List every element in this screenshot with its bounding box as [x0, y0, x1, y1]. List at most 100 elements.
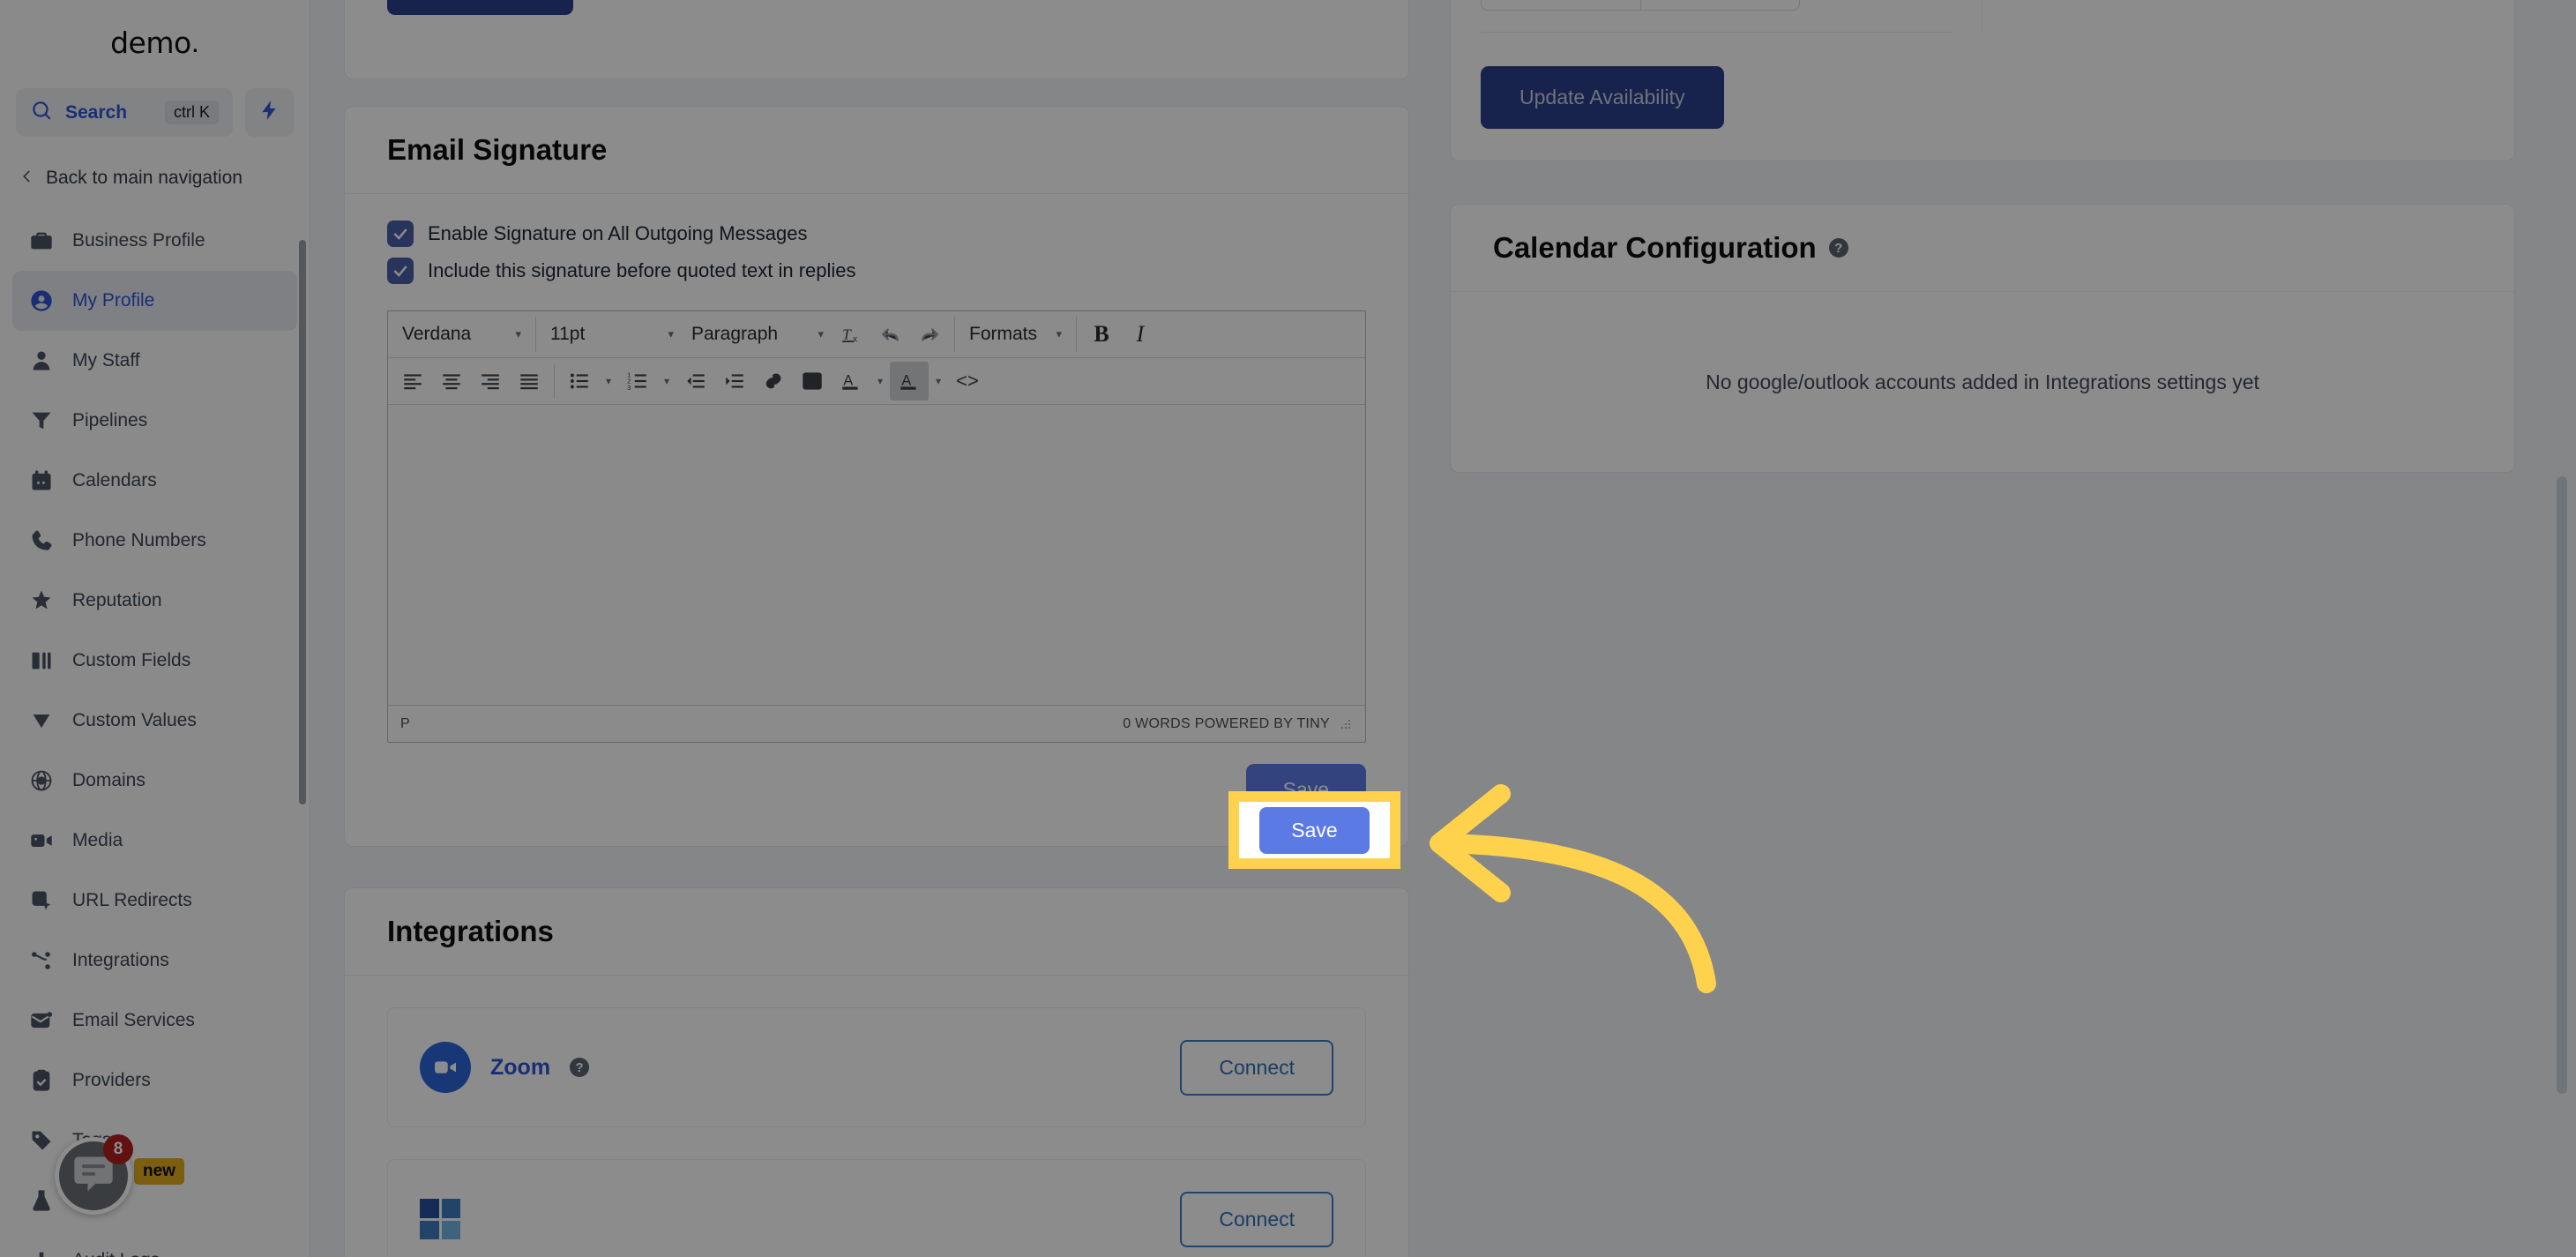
bullet-list-options-button[interactable]: ▾ — [599, 362, 618, 400]
sidebar-item-email-services[interactable]: Email Services — [12, 991, 297, 1051]
block-format-select[interactable]: Paragraph ▾ — [683, 315, 833, 354]
image-icon[interactable] — [793, 362, 832, 400]
update-availability-row: Update Availability — [1451, 33, 2514, 129]
start-time-field[interactable]: 12:00 AM ✕ — [1482, 0, 1640, 10]
editor-word-count: 0 WORDS POWERED BY TINY — [1123, 715, 1330, 731]
zoom-video-icon — [420, 1042, 471, 1093]
save-button[interactable]: Save — [1245, 764, 1366, 816]
flask-icon — [28, 1187, 55, 1214]
back-to-main-navigation[interactable]: Back to main navigation — [0, 151, 310, 206]
toolbar-divider — [554, 363, 555, 399]
question-mark-icon[interactable]: ? — [1828, 238, 1848, 258]
email-signature-header: Email Signature — [345, 107, 1408, 194]
align-right-icon[interactable] — [471, 362, 510, 400]
search-icon — [30, 99, 53, 126]
indent-icon[interactable] — [715, 362, 754, 400]
sidebar-item-label: My Staff — [72, 350, 140, 370]
empty-state-message: No google/outlook accounts added in Inte… — [1706, 370, 2259, 393]
main-content: Update Profile Email Signature Enable Si… — [310, 0, 2576, 1257]
sidebar-item-custom-fields[interactable]: Custom Fields — [12, 631, 297, 691]
outdent-icon[interactable] — [676, 362, 715, 400]
sidebar: demo. Search ctrl K Back to main navigat… — [0, 0, 310, 1257]
sidebar-item-my-staff[interactable]: My Staff — [12, 331, 297, 391]
bold-icon[interactable]: B — [1082, 315, 1121, 354]
undo-icon[interactable] — [871, 315, 910, 354]
formats-menu[interactable]: Formats ▾ — [960, 315, 1071, 354]
page-title: Email Signature — [387, 133, 608, 166]
end-time-field[interactable]: 12:00 AM ✕ — [1640, 0, 1799, 10]
enable-signature-checkbox-row[interactable]: Enable Signature on All Outgoing Message… — [387, 221, 1366, 247]
align-left-icon[interactable] — [393, 362, 432, 400]
sidebar-item-custom-values[interactable]: Custom Values — [12, 691, 297, 751]
lightning-bolt-icon — [258, 99, 281, 126]
formats-label: Formats — [969, 324, 1038, 344]
divider — [1481, 32, 1952, 33]
svg-text:3: 3 — [627, 384, 631, 392]
font-size-select[interactable]: 11pt ▾ — [541, 315, 683, 354]
sidebar-item-business-profile[interactable]: Business Profile — [12, 211, 297, 271]
text-color-options-button[interactable]: ▾ — [870, 362, 890, 400]
sidebar-item-calendars[interactable]: Calendars — [12, 451, 297, 511]
sidebar-item-providers[interactable]: Providers — [12, 1051, 297, 1111]
background-color-icon[interactable]: A — [890, 362, 929, 400]
integration-row-zoom: Zoom ? Connect — [387, 1007, 1366, 1127]
sidebar-item-reputation[interactable]: Reputation — [12, 571, 297, 631]
numbered-list-options-button[interactable]: ▾ — [657, 362, 676, 400]
sidebar-scrollbar[interactable] — [299, 240, 306, 804]
calendar-icon — [28, 468, 55, 494]
page-scrollbar[interactable] — [2557, 476, 2567, 1094]
connect-button[interactable]: Connect — [1180, 1191, 1333, 1247]
clipboard-check-icon — [28, 1067, 55, 1094]
bullet-list-icon[interactable] — [560, 362, 599, 400]
editor-resize-grip[interactable] — [1339, 717, 1353, 731]
include-signature-checkbox-row[interactable]: Include this signature before quoted tex… — [387, 258, 1366, 284]
sidebar-item-pipelines[interactable]: Pipelines — [12, 391, 297, 451]
quick-actions-button[interactable] — [245, 88, 294, 137]
italic-icon[interactable]: I — [1121, 315, 1160, 354]
numbered-list-icon[interactable]: 123 — [618, 362, 657, 400]
search-input[interactable]: Search ctrl K — [16, 88, 233, 137]
font-family-value: Verdana — [402, 324, 472, 344]
font-family-select[interactable]: Verdana ▾ — [393, 315, 530, 354]
sidebar-item-integrations[interactable]: Integrations — [12, 931, 297, 991]
back-nav-label: Back to main navigation — [46, 168, 243, 188]
sidebar-item-url-redirects[interactable]: URL Redirects — [12, 871, 297, 931]
clear-formatting-icon[interactable]: Tx — [833, 315, 871, 354]
search-shortcut: ctrl K — [164, 101, 219, 124]
editor-status-bar: P 0 WORDS POWERED BY TINY — [388, 705, 1365, 742]
sidebar-item-audit-logs[interactable]: Audit Logs — [12, 1231, 297, 1257]
align-center-icon[interactable] — [432, 362, 471, 400]
calendar-configuration-title-text: Calendar Configuration — [1493, 231, 1817, 264]
chevron-down-icon: ▾ — [668, 327, 674, 340]
new-badge: new — [134, 1158, 184, 1185]
sidebar-item-media[interactable]: Media — [12, 811, 297, 871]
availability-card: + hours Apply All 12:00 AM ✕ 12:00 AM ✕ — [1450, 0, 2515, 161]
update-profile-button[interactable]: Update Profile — [387, 0, 574, 15]
redo-icon[interactable] — [910, 315, 949, 354]
sidebar-item-label: Pipelines — [72, 410, 148, 430]
background-color-options-button[interactable]: ▾ — [929, 362, 948, 400]
signature-editor-body[interactable] — [388, 405, 1365, 705]
sidebar-item-label: URL Redirects — [72, 890, 192, 910]
source-code-icon[interactable]: <> — [948, 362, 987, 400]
connect-button[interactable]: Connect — [1180, 1039, 1333, 1096]
integration-identity — [420, 1199, 460, 1239]
checkbox-checked-icon[interactable] — [387, 221, 414, 247]
integration-identity: Zoom ? — [420, 1042, 590, 1093]
update-availability-button[interactable]: Update Availability — [1481, 66, 1724, 129]
align-justify-icon[interactable] — [510, 362, 549, 400]
sidebar-item-label: Calendars — [72, 470, 157, 490]
block-format-value: Paragraph — [691, 324, 779, 344]
sidebar-item-domains[interactable]: Domains — [12, 751, 297, 811]
question-mark-icon[interactable]: ? — [570, 1058, 590, 1077]
toolbar-divider — [954, 317, 955, 352]
sidebar-item-phone-numbers[interactable]: Phone Numbers — [12, 511, 297, 571]
chat-widget-button[interactable]: 8 — [55, 1134, 133, 1215]
chat-unread-badge: 8 — [103, 1134, 133, 1164]
chevron-down-icon: ▾ — [935, 375, 942, 387]
checkbox-checked-icon[interactable] — [387, 258, 414, 284]
sidebar-item-my-profile[interactable]: My Profile — [12, 271, 297, 331]
columns-icon — [28, 647, 55, 674]
text-color-icon[interactable]: A — [832, 362, 870, 400]
link-icon[interactable] — [754, 362, 793, 400]
